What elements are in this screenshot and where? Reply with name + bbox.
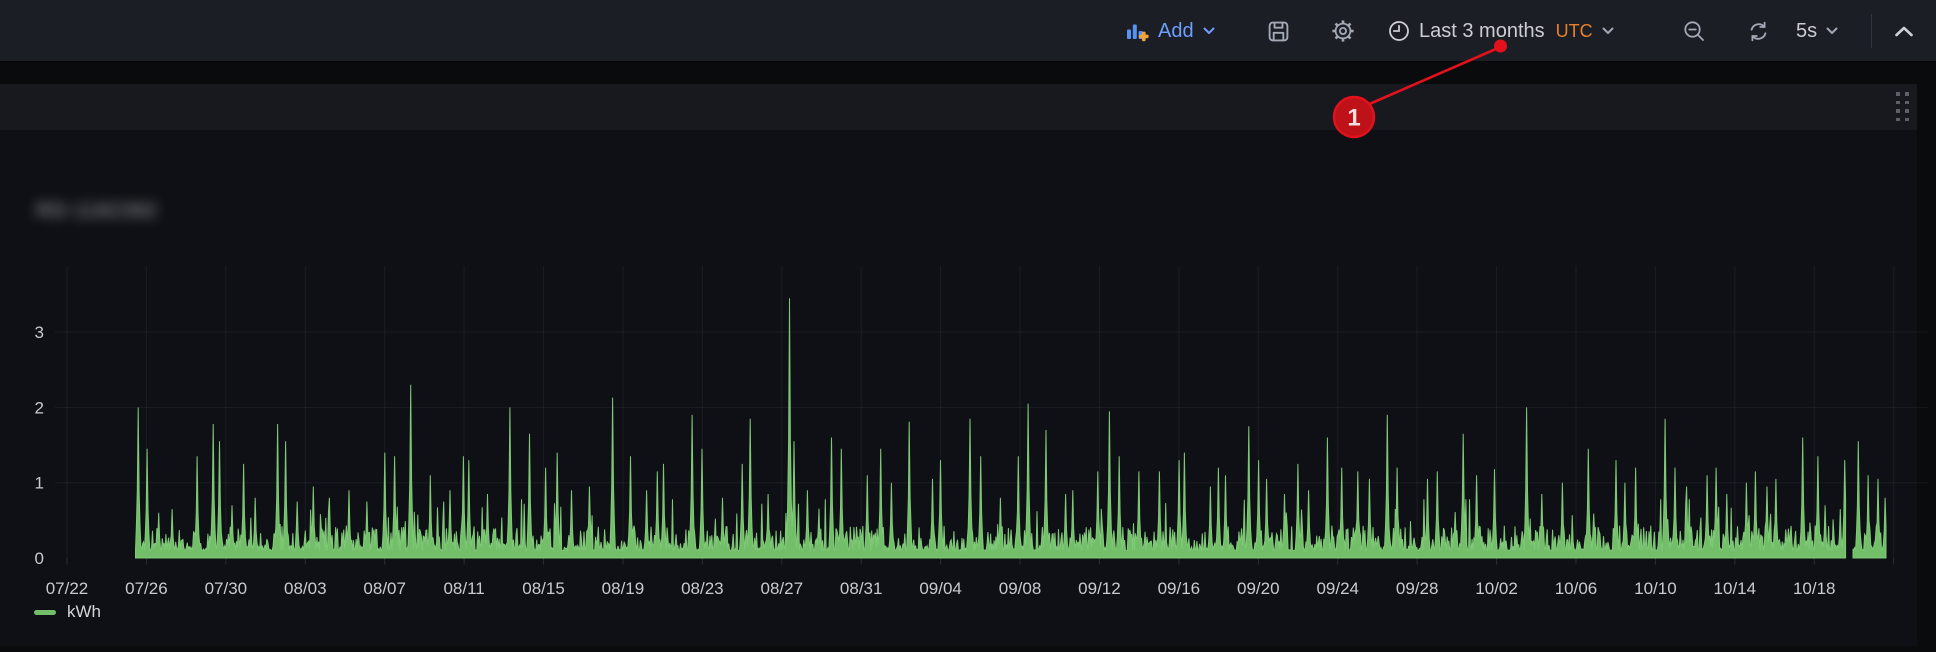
x-tick-label: 08/03 (284, 579, 327, 598)
x-tick-label: 08/11 (443, 579, 484, 598)
x-tick-label: 08/31 (840, 579, 883, 598)
x-tick-label: 08/15 (522, 579, 565, 598)
y-tick-label: 0 (35, 549, 44, 568)
x-tick-label: 09/12 (1078, 579, 1121, 598)
x-tick-label: 09/16 (1158, 579, 1201, 598)
x-tick-label: 08/07 (363, 579, 406, 598)
legend-series-swatch (34, 610, 56, 615)
y-tick-label: 2 (35, 398, 44, 417)
x-tick-label: 09/04 (919, 579, 962, 598)
kwh-series-area (1853, 441, 1886, 558)
x-tick-label: 10/02 (1475, 579, 1518, 598)
x-tick-label: 10/18 (1793, 579, 1836, 598)
x-tick-label: 09/24 (1316, 579, 1359, 598)
kwh-timeseries-chart[interactable]: 07/22 07/26 07/30 08/03 08/07 08/11 08/15 08/19… (0, 0, 1936, 652)
x-tick-label: 10/06 (1555, 579, 1598, 598)
x-tick-label: 10/14 (1714, 579, 1757, 598)
x-tick-label: 09/28 (1396, 579, 1439, 598)
y-tick-label: 3 (35, 323, 44, 342)
x-tick-label: 08/27 (761, 579, 804, 598)
x-tick-label: 10/10 (1634, 579, 1677, 598)
x-tick-label: 08/19 (602, 579, 645, 598)
x-tick-label: 07/22 (46, 579, 89, 598)
y-tick-label: 1 (35, 474, 44, 493)
x-tick-label: 07/26 (125, 579, 168, 598)
legend-series-label: kWh (67, 602, 101, 622)
legend-item-kwh[interactable]: kWh (34, 602, 101, 622)
x-tick-label: 09/20 (1237, 579, 1280, 598)
x-tick-label: 08/23 (681, 579, 724, 598)
x-tick-label: 09/08 (999, 579, 1042, 598)
x-tick-label: 07/30 (205, 579, 248, 598)
grafana-dashboard: Add (0, 0, 1936, 652)
kwh-series-area (136, 298, 1846, 558)
